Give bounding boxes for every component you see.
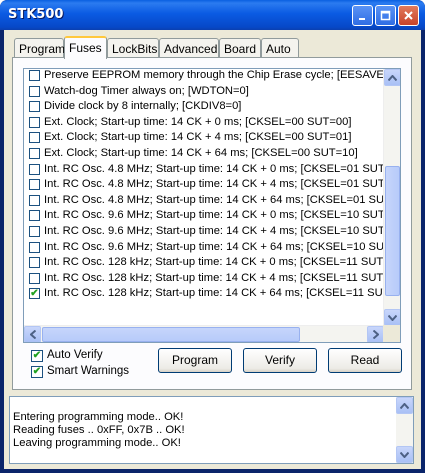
- fuse-row[interactable]: Int. RC Osc. 128 kHz; Start-up time: 14 …: [24, 271, 384, 287]
- minimize-button[interactable]: [352, 5, 373, 26]
- auto-verify-label: Auto Verify: [47, 349, 103, 361]
- scroll-left-button[interactable]: [24, 326, 41, 342]
- arrow-up-icon: [388, 74, 397, 81]
- read-button[interactable]: Read: [328, 348, 402, 373]
- tab-auto[interactable]: Auto: [261, 38, 299, 58]
- maximize-button[interactable]: [375, 5, 396, 26]
- fuse-label: Int. RC Osc. 4.8 MHz; Start-up time: 14 …: [44, 178, 384, 191]
- fuse-row[interactable]: Int. RC Osc. 9.6 MHz; Start-up time: 14 …: [24, 240, 384, 256]
- fuse-checkbox[interactable]: [29, 257, 40, 269]
- vertical-scroll-thumb[interactable]: [385, 166, 400, 296]
- arrow-down-icon: [388, 314, 397, 321]
- fuse-label: Ext. Clock; Start-up time: 14 CK + 4 ms;…: [44, 131, 352, 144]
- fuse-checkbox[interactable]: [29, 132, 40, 144]
- smart-warnings-checkbox[interactable]: ✔: [31, 366, 43, 378]
- log-output[interactable]: Entering programming mode.. OK! Reading …: [9, 396, 414, 464]
- arrow-down-icon: [400, 451, 409, 458]
- fuse-label: Watch-dog Timer always on; [WDTON=0]: [44, 84, 249, 97]
- fuse-checkbox[interactable]: [29, 163, 40, 175]
- log-line: Entering programming mode.. OK!: [13, 411, 184, 423]
- fuse-checkbox[interactable]: [29, 101, 40, 113]
- fuses-panel: Preserve EEPROM memory through the Chip …: [12, 57, 412, 390]
- fuse-label: Int. RC Osc. 4.8 MHz; Start-up time: 14 …: [44, 193, 384, 206]
- fuse-row[interactable]: Int. RC Osc. 128 kHz; Start-up time: 14 …: [24, 255, 384, 271]
- fuse-row[interactable]: Preserve EEPROM memory through the Chip …: [24, 69, 384, 84]
- fuse-row[interactable]: Int. RC Osc. 9.6 MHz; Start-up time: 14 …: [24, 208, 384, 224]
- fuse-rows: Preserve EEPROM memory through the Chip …: [24, 69, 384, 302]
- fuse-checkbox[interactable]: ✔: [29, 288, 40, 300]
- title-bar[interactable]: STK500: [0, 0, 425, 30]
- fuse-label: Int. RC Osc. 9.6 MHz; Start-up time: 14 …: [44, 224, 384, 237]
- program-button[interactable]: Program: [158, 348, 232, 373]
- vertical-scrollbar[interactable]: [383, 69, 400, 326]
- fuse-checkbox[interactable]: [29, 70, 40, 81]
- fuse-label: Divide clock by 8 internally; [CKDIV8=0]: [44, 100, 242, 113]
- tab-fuses[interactable]: Fuses: [64, 36, 107, 59]
- close-icon: [404, 11, 413, 20]
- fuse-checkbox[interactable]: [29, 179, 40, 191]
- fuse-label: Int. RC Osc. 128 kHz; Start-up time: 14 …: [44, 271, 384, 284]
- auto-verify-checkbox[interactable]: ✔: [31, 350, 43, 362]
- tab-board[interactable]: Board: [219, 38, 261, 58]
- fuse-row[interactable]: Int. RC Osc. 4.8 MHz; Start-up time: 14 …: [24, 162, 384, 178]
- log-vertical-scrollbar[interactable]: [396, 397, 413, 463]
- fuse-checkbox[interactable]: [29, 85, 40, 97]
- horizontal-scrollbar[interactable]: [24, 325, 384, 342]
- arrow-up-icon: [400, 402, 409, 409]
- fuse-label: Int. RC Osc. 128 kHz; Start-up time: 14 …: [44, 287, 384, 300]
- fuse-row[interactable]: Divide clock by 8 internally; [CKDIV8=0]: [24, 99, 384, 115]
- scroll-right-button[interactable]: [367, 326, 384, 342]
- scroll-corner: [383, 325, 400, 342]
- horizontal-scroll-thumb[interactable]: [42, 327, 300, 342]
- tab-program[interactable]: Program: [14, 38, 65, 58]
- arrow-left-icon: [29, 330, 36, 339]
- fuse-checkbox[interactable]: [29, 194, 40, 206]
- fuse-label: Ext. Clock; Start-up time: 14 CK + 0 ms;…: [44, 115, 352, 128]
- log-line: Leaving programming mode.. OK!: [13, 437, 181, 449]
- fuse-label: Int. RC Osc. 128 kHz; Start-up time: 14 …: [44, 256, 384, 269]
- fuse-checkbox[interactable]: [29, 225, 40, 237]
- fuse-checkbox[interactable]: [29, 210, 40, 222]
- fuse-label: Preserve EEPROM memory through the Chip …: [44, 69, 384, 81]
- fuse-row[interactable]: Ext. Clock; Start-up time: 14 CK + 4 ms;…: [24, 130, 384, 146]
- fuse-checkbox[interactable]: [29, 241, 40, 253]
- fuse-checkbox[interactable]: [29, 272, 40, 284]
- dialog-client-area: Program Fuses LockBits Advanced Board Au…: [4, 30, 421, 469]
- fuse-label: Int. RC Osc. 4.8 MHz; Start-up time: 14 …: [44, 162, 384, 175]
- verify-button[interactable]: Verify: [243, 348, 317, 373]
- tab-lockbits[interactable]: LockBits: [107, 38, 159, 58]
- log-scroll-up-button[interactable]: [396, 397, 413, 414]
- arrow-right-icon: [372, 330, 379, 339]
- fuse-row[interactable]: Int. RC Osc. 4.8 MHz; Start-up time: 14 …: [24, 177, 384, 193]
- tab-advanced[interactable]: Advanced: [159, 38, 219, 58]
- scroll-up-button[interactable]: [384, 69, 400, 86]
- fuse-row[interactable]: Watch-dog Timer always on; [WDTON=0]: [24, 84, 384, 100]
- fuse-row[interactable]: ✔ Int. RC Osc. 128 kHz; Start-up time: 14…: [24, 286, 384, 302]
- fuse-checkbox[interactable]: [29, 147, 40, 159]
- fuse-label: Int. RC Osc. 9.6 MHz; Start-up time: 14 …: [44, 240, 384, 253]
- minimize-icon: [359, 18, 365, 20]
- maximize-icon: [380, 10, 391, 21]
- scroll-down-button[interactable]: [384, 309, 400, 326]
- fuse-checkbox[interactable]: [29, 116, 40, 128]
- fuse-list[interactable]: Preserve EEPROM memory through the Chip …: [23, 68, 401, 343]
- close-button[interactable]: [398, 5, 419, 26]
- fuse-row[interactable]: Int. RC Osc. 4.8 MHz; Start-up time: 14 …: [24, 193, 384, 209]
- fuse-row[interactable]: Ext. Clock; Start-up time: 14 CK + 0 ms;…: [24, 115, 384, 131]
- fuse-label: Ext. Clock; Start-up time: 14 CK + 64 ms…: [44, 146, 358, 159]
- stk500-window: STK500 Program Fuses LockBits Advanced B…: [0, 0, 425, 473]
- log-scroll-down-button[interactable]: [396, 446, 413, 463]
- smart-warnings-label: Smart Warnings: [47, 365, 130, 377]
- fuse-row[interactable]: Int. RC Osc. 9.6 MHz; Start-up time: 14 …: [24, 224, 384, 240]
- window-title: STK500: [8, 7, 64, 22]
- fuse-label: Int. RC Osc. 9.6 MHz; Start-up time: 14 …: [44, 209, 384, 222]
- log-line: Reading fuses .. 0xFF, 0x7B .. OK!: [13, 424, 185, 436]
- fuse-row[interactable]: Ext. Clock; Start-up time: 14 CK + 64 ms…: [24, 146, 384, 162]
